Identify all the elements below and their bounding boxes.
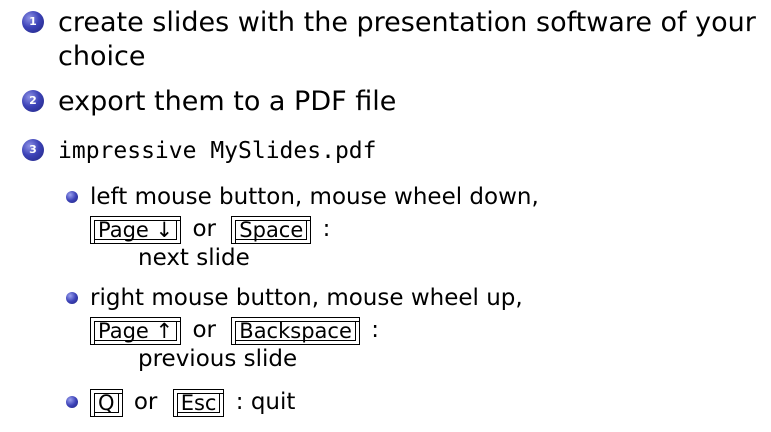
bullet-icon	[66, 191, 78, 203]
enum-text: export them to a PDF file	[58, 86, 397, 117]
enum-item-3: 3 impressive MySlides.pdf	[22, 134, 758, 168]
enum-text-line: create slides with the presentation soft…	[58, 7, 756, 38]
or-text: or	[133, 389, 158, 415]
number-ball-icon: 3	[22, 139, 44, 161]
or-text: or	[192, 317, 216, 343]
sub-item-quit: Q or Esc : quit	[66, 388, 295, 417]
key-page-up: Page ↑	[90, 316, 182, 345]
slide: 1 create slides with the presentation so…	[0, 0, 771, 432]
bullet-icon	[66, 292, 78, 304]
colon-text: :	[371, 317, 379, 343]
key-backspace: Backspace	[231, 316, 360, 345]
number-ball-icon: 2	[22, 90, 44, 112]
enum-item-1: 1 create slides with the presentation so…	[22, 6, 758, 74]
enum-text-line: choice	[58, 41, 146, 72]
key-line: Q or Esc : quit	[90, 388, 295, 417]
key-q: Q	[90, 388, 123, 417]
number-ball-icon: 1	[22, 11, 44, 33]
key-page-down: Page ↓	[90, 215, 182, 244]
or-text: or	[192, 216, 216, 242]
action-text: previous slide	[138, 345, 298, 372]
sub-item-line: left mouse button, mouse wheel down,	[90, 184, 539, 210]
key-line: Page ↑ or Backspace :	[90, 316, 523, 345]
sub-item-next: left mouse button, mouse wheel down, Pag…	[66, 183, 539, 272]
sub-item-line: right mouse button, mouse wheel up,	[90, 285, 523, 311]
key-line: Page ↓ or Space :	[90, 215, 539, 244]
bullet-icon	[66, 396, 78, 408]
command-text: impressive MySlides.pdf	[58, 138, 377, 164]
enum-item-2: 2 export them to a PDF file	[22, 85, 758, 119]
enum-text: create slides with the presentation soft…	[58, 6, 758, 74]
quit-text: : quit	[235, 389, 296, 415]
action-text: next slide	[138, 244, 250, 271]
colon-text: :	[322, 216, 331, 242]
key-space: Space	[231, 215, 312, 244]
key-esc: Esc	[172, 388, 225, 417]
sub-item-previous: right mouse button, mouse wheel up, Page…	[66, 284, 523, 373]
